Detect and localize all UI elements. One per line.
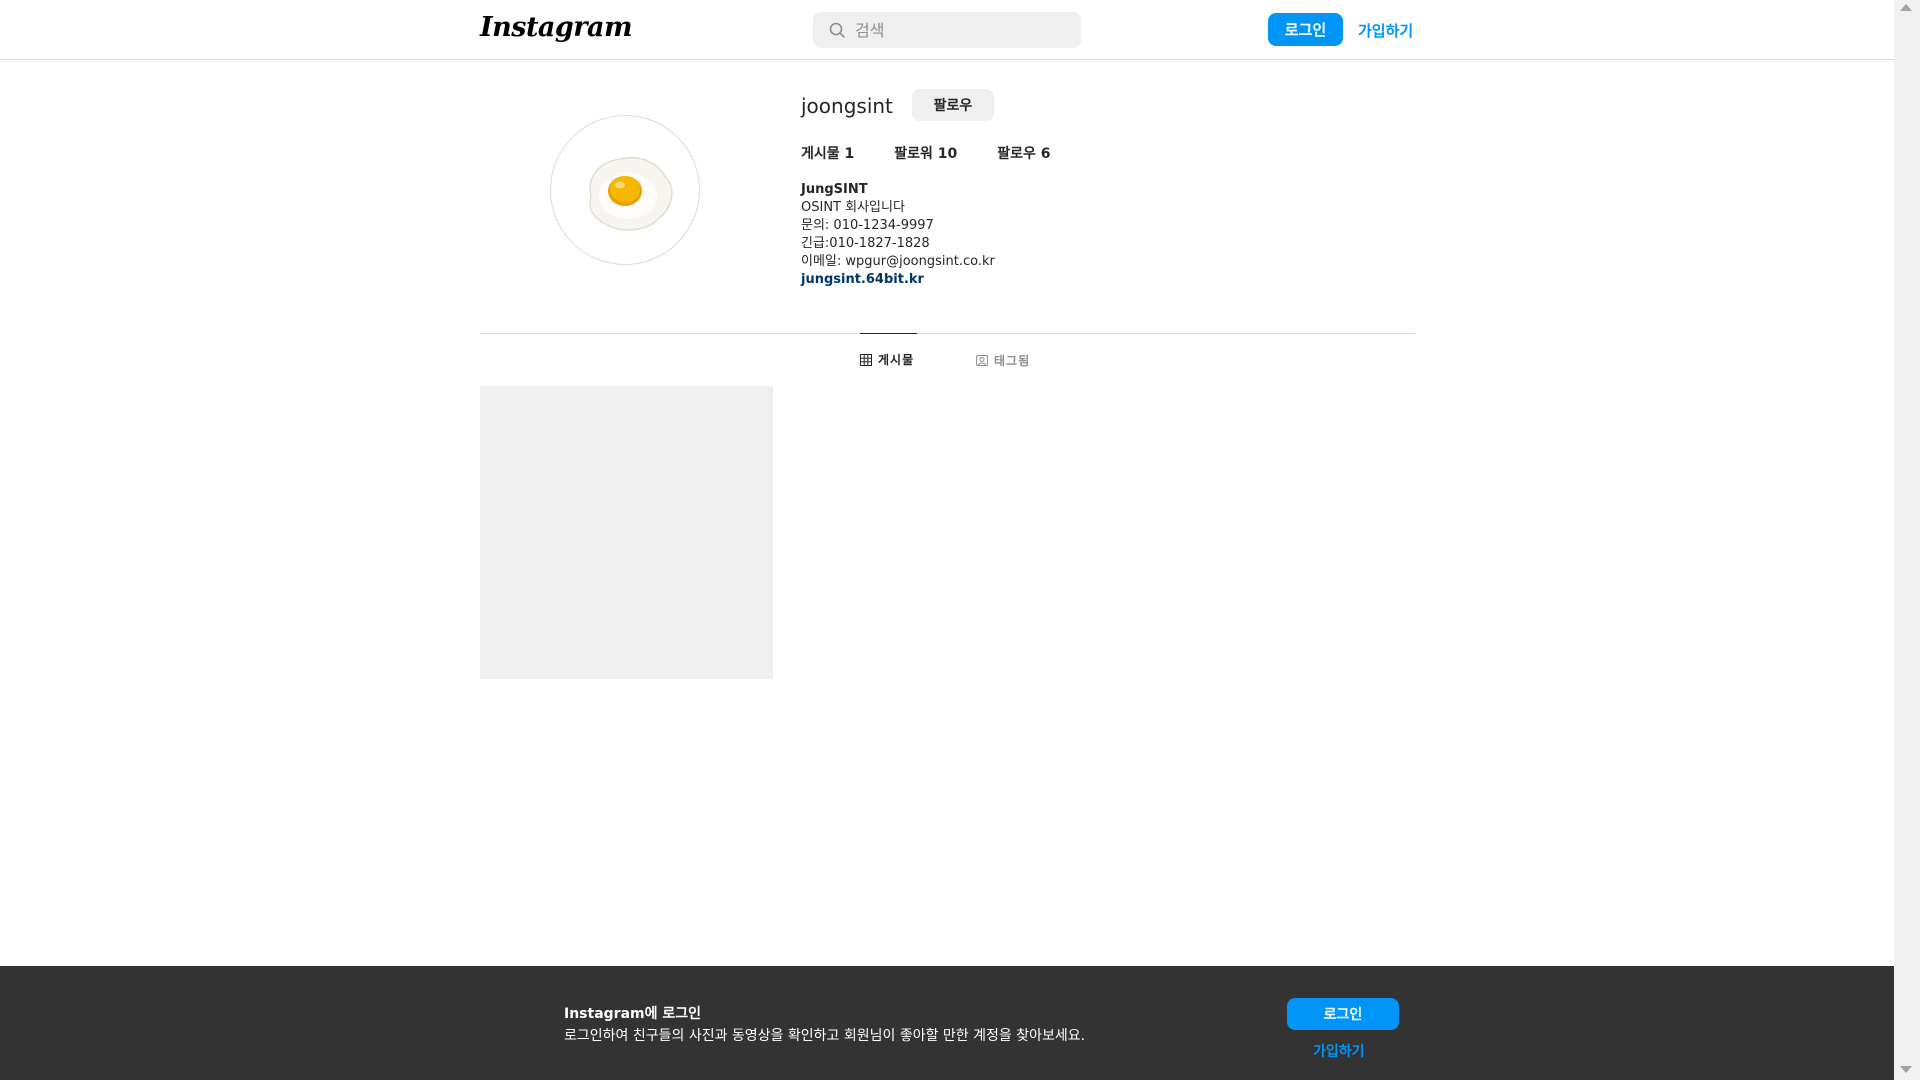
tab-posts-label: 게시물 (878, 353, 915, 367)
banner-subtitle: 로그인하여 친구들의 사진과 동영상을 확인하고 회원님이 좋아할 만한 계정을… (564, 1028, 1086, 1044)
tab-tagged-label: 태그됨 (994, 353, 1031, 368)
tag-icon (976, 355, 988, 366)
bio-line: OSINT 회사입니다 (801, 200, 905, 215)
search-input[interactable] (855, 20, 1055, 40)
tabs-divider (480, 333, 1415, 334)
profile-avatar[interactable] (550, 115, 700, 265)
bio-name: JungSINT (801, 182, 868, 197)
page: Instagram 로그인 가입하기 joongsint 팔로우 게시물 1 팔… (0, 0, 1894, 1080)
bio-link[interactable]: jungsint.64bit.kr (801, 271, 995, 289)
banner-login-button[interactable]: 로그인 (1287, 998, 1399, 1030)
followers-count[interactable]: 팔로워 10 (894, 143, 957, 163)
posts-count: 게시물 1 (801, 146, 855, 162)
search-box[interactable] (813, 12, 1081, 48)
following-count[interactable]: 팔로우 6 (997, 143, 1050, 163)
top-nav: Instagram 로그인 가입하기 (0, 0, 1894, 60)
profile-bio: JungSINT OSINT 회사입니다 문의: 010-1234-9997 긴… (801, 181, 995, 289)
instagram-logo[interactable]: Instagram (480, 12, 633, 43)
banner-title: Instagram에 로그인 (564, 1006, 702, 1022)
tab-tagged[interactable]: 태그됨 (976, 334, 1036, 386)
follow-button[interactable]: 팔로우 (912, 89, 994, 121)
grid-icon (860, 353, 872, 366)
login-banner: Instagram에 로그인 로그인하여 친구들의 사진과 동영상을 확인하고 … (0, 966, 1894, 1080)
profile-username: joongsint (801, 94, 893, 118)
bio-line: 문의: 010-1234-9997 (801, 218, 934, 233)
fried-egg-image (589, 157, 673, 231)
vertical-scrollbar[interactable] (1894, 0, 1920, 1080)
bio-line: 긴급:010-1827-1828 (801, 236, 930, 251)
tab-posts[interactable]: 게시물 (860, 333, 917, 385)
post-thumbnail[interactable] (480, 386, 773, 679)
profile-stats: 게시물 1 팔로워 10 팔로우 6 (801, 143, 1091, 163)
bio-line: 이메일: wpgur@joongsint.co.kr (801, 254, 995, 269)
search-icon (829, 22, 845, 38)
scroll-down-arrow-icon[interactable] (1900, 1066, 1912, 1073)
signup-link[interactable]: 가입하기 (1358, 20, 1413, 41)
scroll-up-arrow-icon[interactable] (1900, 4, 1912, 11)
banner-signup-link[interactable]: 가입하기 (1313, 1041, 1365, 1061)
login-button[interactable]: 로그인 (1268, 13, 1343, 46)
